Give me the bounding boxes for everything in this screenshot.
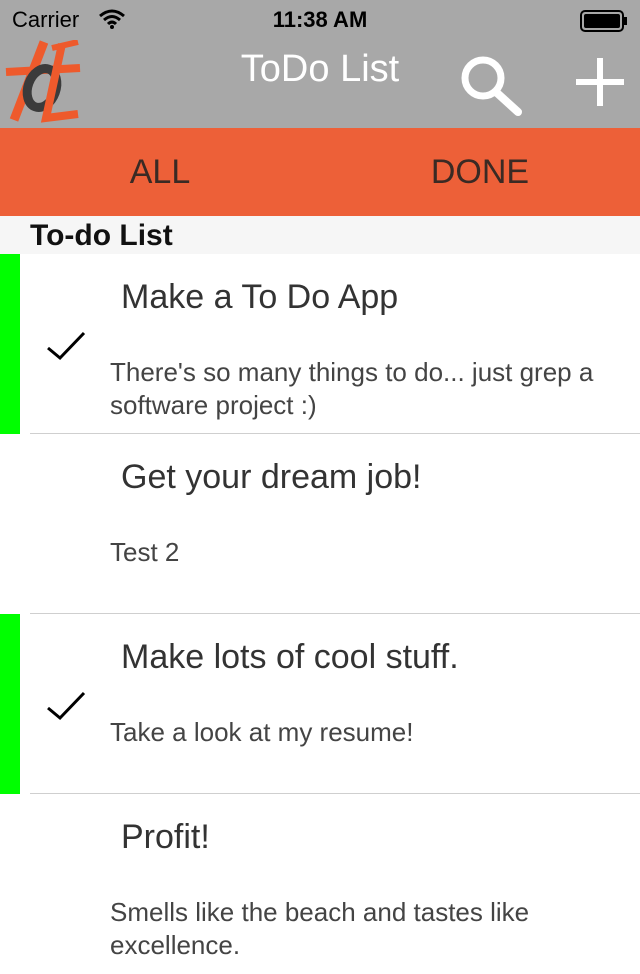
filter-tab-bar: ALL DONE: [0, 128, 640, 216]
todo-description: Smells like the beach and tastes like ex…: [110, 897, 530, 960]
battery-icon: [580, 10, 627, 32]
todo-description: Test 2: [110, 537, 180, 567]
todo-title: Make a To Do App: [121, 278, 399, 316]
nav-bar: ToDo List: [0, 40, 640, 128]
todo-list: Make a To Do App There's so many things …: [0, 254, 640, 974]
todo-item[interactable]: Get your dream job! Test 2: [0, 434, 640, 614]
section-title: To-do List: [30, 219, 173, 252]
todo-title: Make lots of cool stuff.: [121, 638, 459, 676]
todo-title: Get your dream job!: [121, 458, 422, 496]
section-header: To-do List: [0, 216, 640, 254]
tab-done[interactable]: DONE: [320, 128, 640, 216]
search-icon[interactable]: [458, 54, 524, 116]
todo-item[interactable]: Make a To Do App There's so many things …: [0, 254, 640, 434]
status-time: 11:38 AM: [272, 7, 368, 32]
todo-title: Profit!: [121, 818, 210, 856]
todo-item[interactable]: Make lots of cool stuff. Take a look at …: [0, 614, 640, 794]
add-icon[interactable]: [574, 56, 626, 108]
done-indicator: [0, 254, 20, 434]
todo-description: Take a look at my resume!: [110, 717, 414, 747]
todo-description: There's so many things to do... just gre…: [110, 357, 594, 420]
status-bar: Carrier 11:38 AM: [0, 0, 640, 40]
tab-all[interactable]: ALL: [0, 128, 320, 216]
checkmark-icon: [47, 331, 86, 361]
todo-item[interactable]: Profit! Smells like the beach and tastes…: [0, 794, 640, 974]
done-indicator: [0, 614, 20, 794]
checkmark-icon: [47, 691, 86, 721]
nav-title: ToDo List: [240, 48, 400, 90]
